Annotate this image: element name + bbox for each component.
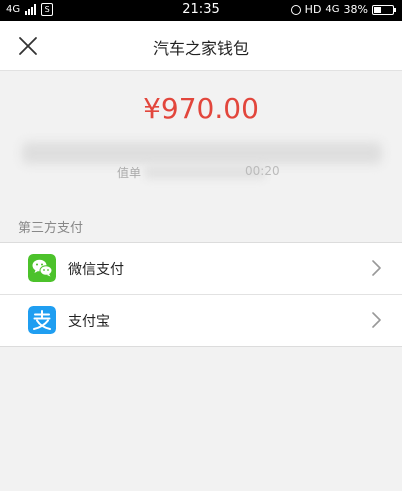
battery-percent: 38% [343, 3, 368, 16]
chevron-right-icon [372, 312, 381, 328]
status-bar: 4G S 21:35 HD 4G 38% [0, 0, 402, 21]
balance-amount: ¥970.00 [143, 92, 259, 125]
page-title: 汽车之家钱包 [152, 39, 249, 58]
payment-label: 微信支付 [68, 262, 124, 278]
hd-label: HD [304, 3, 322, 16]
header-bar: 汽车之家钱包 [0, 21, 402, 71]
battery-icon [372, 4, 396, 15]
alarm-icon [290, 4, 301, 15]
redacted-info [22, 142, 382, 164]
network-type-right: 4G [325, 4, 340, 15]
payment-list: 微信支付 支付宝 [0, 242, 402, 347]
chevron-right-icon [372, 260, 381, 276]
order-label: 值单 [117, 166, 142, 180]
battery-fill [374, 6, 381, 13]
payment-option-wechat[interactable]: 微信支付 [0, 243, 402, 294]
payment-label: 支付宝 [68, 314, 110, 330]
section-title: 第三方支付 [18, 221, 84, 236]
order-time: 00:20 [245, 164, 280, 178]
wechat-icon [28, 254, 56, 282]
alipay-icon [28, 306, 56, 334]
payment-option-alipay[interactable]: 支付宝 [0, 294, 402, 346]
status-right: HD 4G 38% [290, 3, 396, 16]
